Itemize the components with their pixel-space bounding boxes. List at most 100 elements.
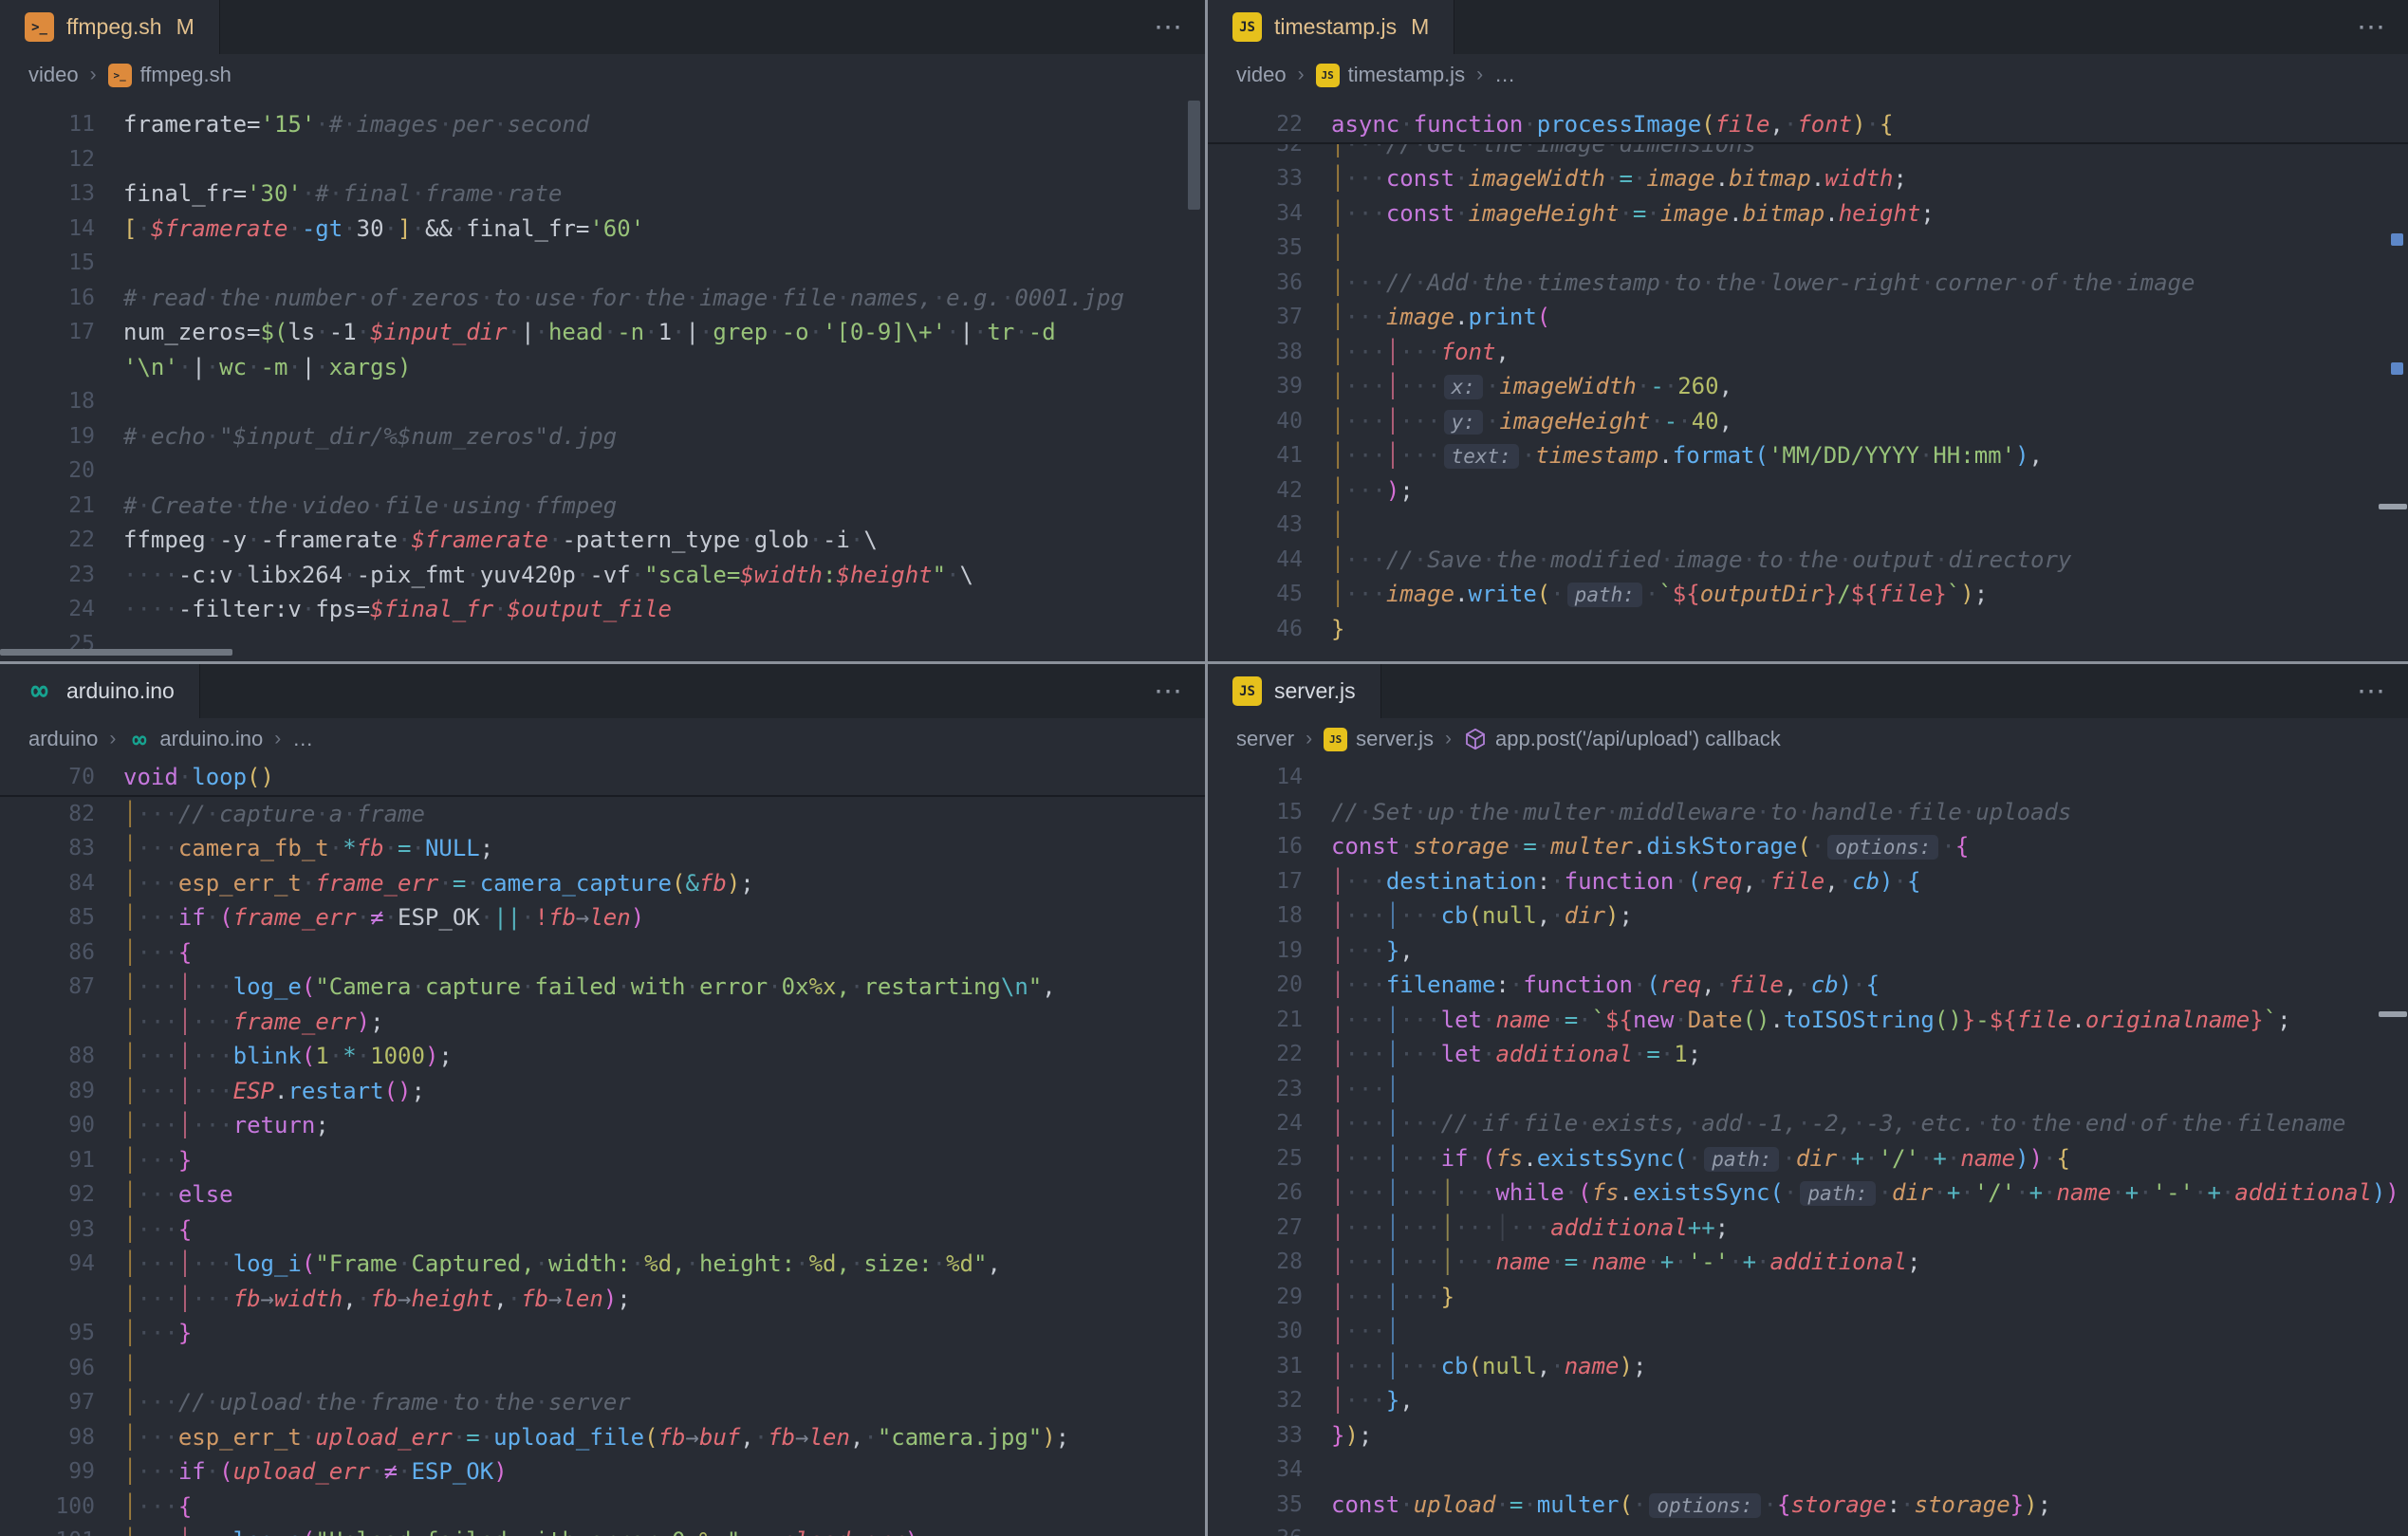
code-token: ···: [1344, 1353, 1385, 1379]
whitespace-dot: ·: [1919, 442, 1933, 469]
line-content: #·Create·the·video·file·using·ffmpeg: [95, 489, 1205, 524]
code-token: ·: [453, 1424, 466, 1451]
code-editor[interactable]: 70void·loop()82│···//·capture·a·frame83│…: [0, 760, 1205, 1536]
whitespace-dot: ·: [1344, 1387, 1358, 1414]
code-token: ···: [1344, 1179, 1385, 1206]
code-token: ·|·: [178, 354, 219, 380]
tab-ffmpeg.sh[interactable]: >_ffmpeg.shM: [0, 0, 220, 54]
indent-guide: │: [1331, 868, 1344, 895]
whitespace-dot: ·: [343, 215, 356, 242]
whitespace-dot: ·: [1344, 1179, 1358, 1206]
whitespace-dot: ·: [1372, 1179, 1385, 1206]
code-editor[interactable]: 1415//·Set·up·the·multer·middleware·to·h…: [1208, 760, 2408, 1536]
breadcrumb-item[interactable]: app.post('/api/upload') callback: [1463, 727, 1781, 751]
code-token: return: [233, 1112, 316, 1138]
line-content: │···esp_err_t·frame_err·=·camera_capture…: [95, 866, 1205, 901]
whitespace-dot: ·: [493, 180, 507, 207]
whitespace-dot: ·: [1372, 902, 1385, 929]
breadcrumb-item[interactable]: arduino: [28, 727, 98, 751]
more-actions-icon[interactable]: ⋯: [2357, 675, 2389, 708]
whitespace-dot: ·: [1359, 1284, 1372, 1310]
line-number: 18: [1208, 898, 1303, 934]
code-token: ·: [1537, 833, 1550, 860]
whitespace-dot: ·: [1550, 1249, 1564, 1275]
whitespace-dot: ·: [206, 1112, 219, 1138]
indent-guide: │: [1331, 269, 1344, 296]
whitespace-dot: ·: [1427, 1110, 1440, 1137]
line-number: 36: [1208, 266, 1303, 301]
whitespace-dot: ·: [1414, 1284, 1427, 1310]
line-number: 21: [1208, 1003, 1303, 1038]
code-line: 17│···destination:·function·(req,·file,·…: [1208, 864, 2408, 899]
more-actions-icon[interactable]: ⋯: [1154, 675, 1186, 708]
code-token: let: [1441, 1007, 1482, 1033]
tab-server.js[interactable]: JSserver.js: [1208, 664, 1381, 718]
whitespace-dot: ·: [1372, 972, 1385, 998]
indent-guide: │: [178, 1009, 192, 1035]
code-token: #·read·the·number·of·zeros·to·use·for·th…: [123, 285, 1124, 311]
code-token: ·\: [946, 562, 973, 588]
line-content: │···│···cb(null,·name);: [1303, 1349, 2408, 1384]
line-content: │···│···let·name·=·`${new·Date().toISOSt…: [1303, 1003, 2408, 1038]
line-content: │···destination:·function·(req,·file,·cb…: [1303, 864, 2408, 899]
indent-guide: │: [1331, 1145, 1344, 1172]
breadcrumb-item[interactable]: JSserver.js: [1324, 727, 1434, 751]
whitespace-dot: ·: [1839, 546, 1852, 573]
breadcrumb-item[interactable]: JStimestamp.js: [1316, 63, 1465, 87]
code-token: toISOString: [1784, 1007, 1935, 1033]
whitespace-dot: ·: [1359, 1179, 1372, 1206]
split-sash-horizontal[interactable]: [0, 661, 2408, 664]
modified-badge: M: [1411, 14, 1429, 40]
split-sash-vertical[interactable]: [1205, 0, 1208, 1536]
whitespace-dot: ·: [1359, 408, 1372, 435]
code-token: ···: [137, 1078, 177, 1104]
code-token: //·upload·the·frame·to·the·server: [178, 1389, 631, 1416]
breadcrumb-item[interactable]: video: [1236, 63, 1287, 87]
breadcrumb-item[interactable]: video: [28, 63, 79, 87]
indent-guide: │: [1386, 1076, 1399, 1102]
code-token: ||: [493, 904, 521, 931]
breadcrumb-item[interactable]: >_ffmpeg.sh: [108, 63, 232, 87]
code-token: →: [685, 1424, 698, 1451]
line-number: 36: [1208, 1522, 1303, 1536]
code-token: ·30·: [343, 215, 398, 242]
whitespace-dot: ·: [438, 1389, 452, 1416]
breadcrumb-item[interactable]: server: [1236, 727, 1294, 751]
more-actions-icon[interactable]: ⋯: [2357, 10, 2389, 44]
whitespace-dot: ·: [1414, 269, 1427, 296]
tab-timestamp.js[interactable]: JStimestamp.jsM: [1208, 0, 1454, 54]
whitespace-dot: ·: [1633, 165, 1646, 192]
whitespace-dot: ·: [1399, 1110, 1413, 1137]
whitespace-dot: ·: [357, 285, 370, 311]
code-token: ·: [1933, 1179, 1946, 1206]
code-token: }: [1441, 1284, 1454, 1310]
whitespace-dot: ·: [164, 1043, 177, 1069]
code-token: (): [1935, 1007, 1962, 1033]
code-line: 90│···│···return;: [0, 1108, 1205, 1143]
whitespace-dot: ·: [1414, 1145, 1427, 1172]
code-token: ·: [1482, 1007, 1495, 1033]
breadcrumb-item[interactable]: ∞arduino.ino: [127, 727, 263, 751]
whitespace-dot: ·: [1811, 833, 1825, 860]
code-editor[interactable]: 22async·function·processImage(file,·font…: [1208, 96, 2408, 646]
breadcrumb-item[interactable]: …: [1494, 63, 1515, 87]
code-token: ·: [1523, 111, 1536, 138]
tab-arduino.ino[interactable]: ∞arduino.ino: [0, 664, 200, 718]
code-token: const: [1331, 1491, 1399, 1518]
code-line: 18: [0, 384, 1205, 419]
code-token: (: [302, 973, 315, 1000]
breadcrumb-item[interactable]: …: [292, 727, 313, 751]
whitespace-dot: ·: [137, 801, 150, 827]
code-token: ·: [466, 870, 479, 897]
code-token: ···: [1344, 408, 1385, 435]
code-token: ,·: [740, 1527, 768, 1536]
code-line: 82│···//·capture·a·frame: [0, 797, 1205, 832]
code-token: .: [1825, 200, 1838, 227]
whitespace-dot: ·: [1344, 546, 1358, 573]
code-editor[interactable]: 11framerate='15'·#·images·per·second1213…: [0, 96, 1205, 661]
more-actions-icon[interactable]: ⋯: [1154, 10, 1186, 44]
whitespace-dot: ·: [1344, 902, 1358, 929]
code-token: ·: [1674, 868, 1687, 895]
code-token: ···: [1399, 1284, 1440, 1310]
whitespace-dot: ·: [1399, 339, 1413, 365]
